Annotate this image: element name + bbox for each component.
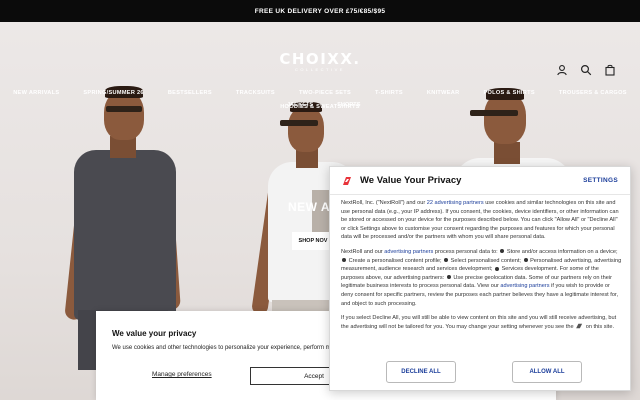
- nextroll-logo-icon: [343, 177, 351, 185]
- dialog-paragraph-1: NextRoll, Inc. ("NextRoll") and our 22 a…: [341, 199, 623, 242]
- p1-text-a: NextRoll, Inc. ("NextRoll") and our: [341, 200, 427, 206]
- bullet-icon: [444, 258, 449, 263]
- nav-new-arrivals[interactable]: NEW ARRIVALS: [1, 86, 71, 100]
- manage-preferences-link[interactable]: Manage preferences: [152, 371, 212, 378]
- brand-subtitle: COLLECTIVE: [295, 67, 345, 72]
- nav-tracksuits[interactable]: TRACKSUITS: [224, 86, 287, 100]
- cookie-title: We value your privacy: [112, 329, 197, 338]
- dialog-paragraph-2: NextRoll and our advertising partners pr…: [341, 248, 623, 308]
- main-nav: NEW ARRIVALS SPRING/SUMMER 26 BESTSELLER…: [0, 86, 640, 114]
- search-icon[interactable]: [580, 64, 592, 76]
- bullet-icon: [523, 258, 528, 263]
- account-icon[interactable]: [556, 64, 568, 76]
- p2-text-a: NextRoll and our: [341, 248, 385, 255]
- p2-text-b: process personal data to:: [433, 248, 500, 255]
- purpose-item: Use precise geolocation data.: [453, 274, 528, 281]
- nav-shorts[interactable]: SHORTS: [325, 102, 372, 108]
- dialog-paragraph-3: If you select Decline All, you will stil…: [341, 314, 623, 331]
- header-icons: [556, 64, 616, 76]
- advertising-partners-link-3[interactable]: advertising partners: [500, 283, 549, 289]
- promo-text: FREE UK DELIVERY OVER £75/€85/$95: [254, 7, 386, 15]
- brand-logo[interactable]: CHOIXX. COLLECTIVE: [0, 50, 640, 72]
- main-nav-row2: JACKETS SHORTS: [275, 102, 372, 108]
- allow-all-button[interactable]: ALLOW ALL: [512, 361, 582, 383]
- p3-text-b: on this site.: [584, 323, 615, 330]
- purpose-item: Select personalised content;: [450, 257, 521, 264]
- settings-link[interactable]: SETTINGS: [583, 177, 618, 184]
- dialog-body: NextRoll, Inc. ("NextRoll") and our 22 a…: [341, 199, 623, 337]
- nav-jackets[interactable]: JACKETS: [275, 102, 325, 108]
- nav-trousers-cargos[interactable]: TROUSERS & CARGOS: [547, 86, 639, 100]
- dialog-header: We Value Your Privacy SETTINGS: [330, 167, 630, 195]
- nav-t-shirts[interactable]: T-SHIRTS: [363, 86, 415, 100]
- advertising-partners-link[interactable]: 22 advertising partners: [427, 200, 484, 206]
- promo-banner: FREE UK DELIVERY OVER £75/€85/$95: [0, 0, 640, 22]
- bullet-icon: [495, 266, 499, 271]
- nav-bestsellers[interactable]: BESTSELLERS: [156, 86, 224, 100]
- nav-polos-shirts[interactable]: POLOS & SHIRTS: [471, 86, 546, 100]
- nav-spring-summer[interactable]: SPRING/SUMMER 26: [71, 86, 155, 100]
- cookie-text: We use cookies and other technologies to…: [112, 345, 353, 351]
- purpose-item: Store and/or access information on a dev…: [506, 248, 618, 255]
- bullet-icon: [446, 275, 451, 280]
- advertising-partners-link-2[interactable]: advertising partners: [384, 249, 433, 255]
- bullet-icon: [342, 258, 346, 263]
- privacy-dialog: We Value Your Privacy SETTINGS NextRoll,…: [329, 166, 631, 391]
- purpose-item: Create a personalised content profile;: [348, 257, 442, 264]
- p1-text-b: use cookies and similar technologies on …: [341, 200, 619, 241]
- nav-knitwear[interactable]: KNITWEAR: [415, 86, 472, 100]
- nextroll-small-icon[interactable]: [575, 323, 584, 329]
- nav-two-piece-sets[interactable]: TWO-PIECE SETS: [287, 86, 363, 100]
- shop-now-button[interactable]: SHOP NOV: [292, 232, 334, 250]
- bag-icon[interactable]: [604, 64, 616, 76]
- decline-all-button[interactable]: DECLINE ALL: [386, 361, 456, 383]
- brand-name: CHOIXX.: [279, 50, 361, 68]
- bullet-icon: [500, 249, 505, 254]
- dialog-title: We Value Your Privacy: [360, 175, 462, 186]
